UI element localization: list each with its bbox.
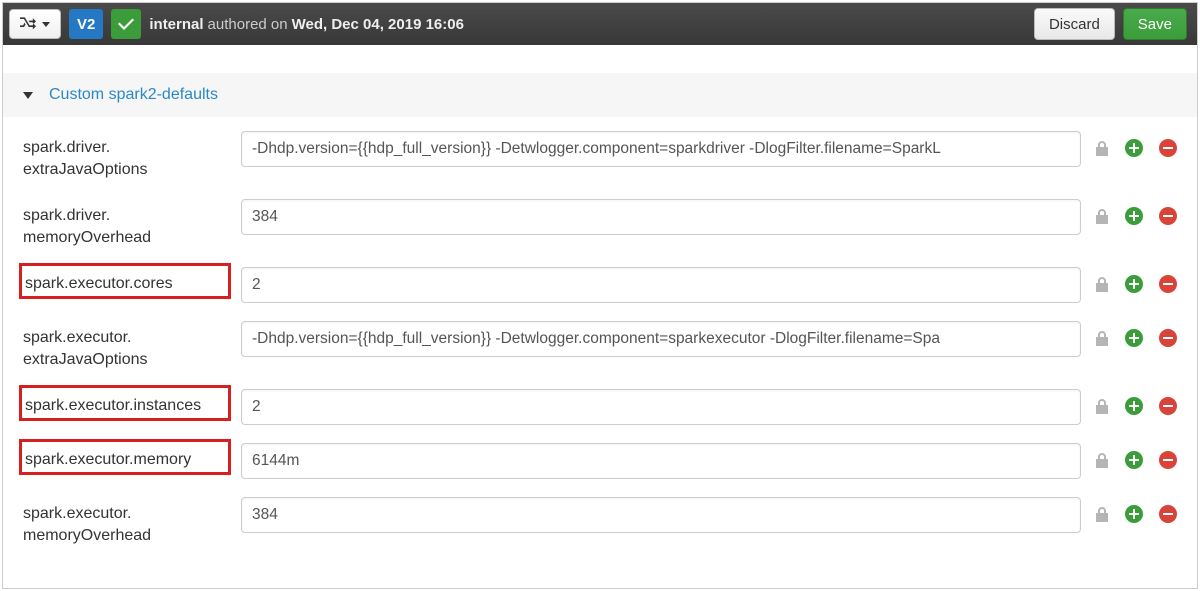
remove-icon[interactable] bbox=[1159, 397, 1177, 415]
add-icon[interactable] bbox=[1125, 275, 1143, 293]
add-icon[interactable] bbox=[1125, 207, 1143, 225]
add-icon[interactable] bbox=[1125, 139, 1143, 157]
check-icon bbox=[118, 16, 134, 33]
property-input[interactable] bbox=[241, 443, 1081, 479]
remove-icon[interactable] bbox=[1159, 505, 1177, 523]
discard-button[interactable]: Discard bbox=[1034, 8, 1115, 40]
remove-icon[interactable] bbox=[1159, 139, 1177, 157]
save-button[interactable]: Save bbox=[1123, 8, 1187, 40]
config-row: spark.executor.memory bbox=[23, 443, 1177, 479]
lock-icon[interactable] bbox=[1095, 208, 1109, 224]
row-actions bbox=[1095, 321, 1177, 347]
lock-icon[interactable] bbox=[1095, 452, 1109, 468]
author-name: internal bbox=[149, 16, 203, 33]
add-icon[interactable] bbox=[1125, 451, 1143, 469]
add-icon[interactable] bbox=[1125, 329, 1143, 347]
compare-versions-button[interactable] bbox=[9, 9, 61, 39]
current-version-check bbox=[111, 9, 141, 39]
lock-icon[interactable] bbox=[1095, 140, 1109, 156]
shuffle-icon bbox=[20, 16, 36, 33]
row-actions bbox=[1095, 443, 1177, 469]
lock-icon[interactable] bbox=[1095, 330, 1109, 346]
property-input[interactable] bbox=[241, 497, 1081, 533]
add-icon[interactable] bbox=[1125, 505, 1143, 523]
top-toolbar: V2 internal authored on Wed, Dec 04, 201… bbox=[3, 3, 1197, 45]
config-row: spark.executor. extraJavaOptions bbox=[23, 321, 1177, 371]
remove-icon[interactable] bbox=[1159, 451, 1177, 469]
property-input[interactable] bbox=[241, 389, 1081, 425]
row-actions bbox=[1095, 131, 1177, 157]
config-row: spark.executor.instances bbox=[23, 389, 1177, 425]
remove-icon[interactable] bbox=[1159, 329, 1177, 347]
config-row: spark.driver. memoryOverhead bbox=[23, 199, 1177, 249]
row-actions bbox=[1095, 199, 1177, 225]
property-label: spark.executor.memory bbox=[23, 443, 227, 471]
config-row: spark.executor. memoryOverhead bbox=[23, 497, 1177, 547]
config-body: spark.driver. extraJavaOptions spark.driv… bbox=[3, 117, 1197, 547]
authored-label: authored on bbox=[208, 16, 288, 33]
authored-text: internal authored on Wed, Dec 04, 2019 1… bbox=[149, 16, 464, 33]
chevron-down-icon bbox=[42, 22, 50, 27]
version-badge[interactable]: V2 bbox=[69, 9, 103, 39]
property-input[interactable] bbox=[241, 199, 1081, 235]
config-row: spark.driver. extraJavaOptions bbox=[23, 131, 1177, 181]
remove-icon[interactable] bbox=[1159, 275, 1177, 293]
lock-icon[interactable] bbox=[1095, 506, 1109, 522]
row-actions bbox=[1095, 497, 1177, 523]
authored-date: Wed, Dec 04, 2019 16:06 bbox=[292, 16, 464, 33]
section-header[interactable]: Custom spark2-defaults bbox=[3, 73, 1197, 117]
section-title: Custom spark2-defaults bbox=[49, 86, 218, 104]
property-label: spark.executor. extraJavaOptions bbox=[23, 321, 227, 371]
config-row: spark.executor.cores bbox=[23, 267, 1177, 303]
property-label: spark.driver. extraJavaOptions bbox=[23, 131, 227, 181]
property-label: spark.driver. memoryOverhead bbox=[23, 199, 227, 249]
row-actions bbox=[1095, 267, 1177, 293]
chevron-down-icon bbox=[23, 92, 33, 99]
property-label: spark.executor. memoryOverhead bbox=[23, 497, 227, 547]
lock-icon[interactable] bbox=[1095, 398, 1109, 414]
property-input[interactable] bbox=[241, 267, 1081, 303]
property-input[interactable] bbox=[241, 321, 1081, 357]
lock-icon[interactable] bbox=[1095, 276, 1109, 292]
remove-icon[interactable] bbox=[1159, 207, 1177, 225]
property-label: spark.executor.instances bbox=[23, 389, 227, 417]
property-label: spark.executor.cores bbox=[23, 267, 227, 295]
property-input[interactable] bbox=[241, 131, 1081, 167]
row-actions bbox=[1095, 389, 1177, 415]
add-icon[interactable] bbox=[1125, 397, 1143, 415]
